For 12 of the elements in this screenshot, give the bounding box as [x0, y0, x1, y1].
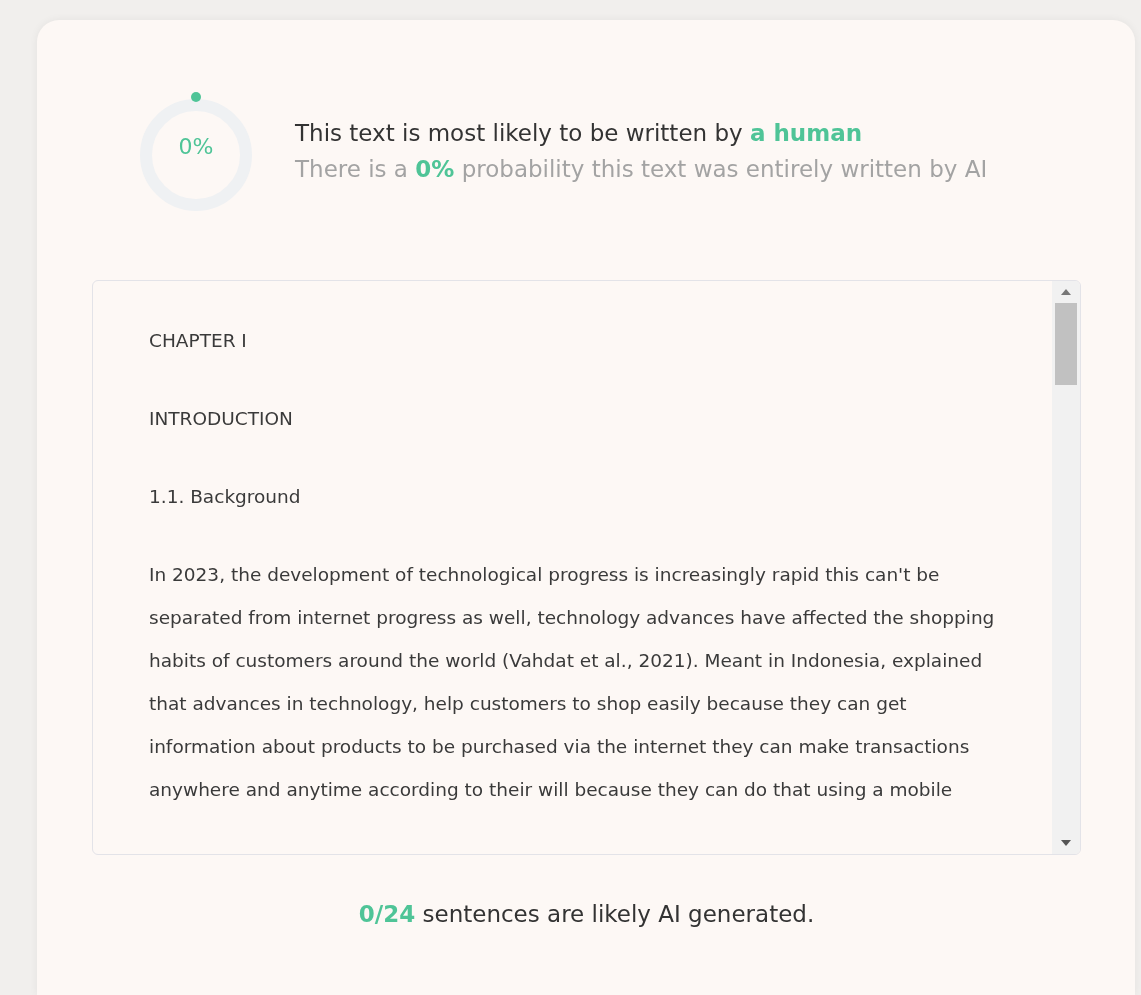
result-headline: This text is most likely to be written by a human — [295, 120, 864, 146]
document-paragraph: 1.1. Background — [149, 485, 302, 509]
document-paragraph: INTRODUCTION — [149, 407, 294, 431]
percentage-label: 0% — [177, 134, 215, 159]
probability-text: There is a 0% probability this text was entirely written by AI — [295, 156, 988, 182]
scroll-up-icon[interactable] — [1061, 289, 1071, 295]
scroll-thumb[interactable] — [1055, 303, 1077, 385]
document-paragraph: In 2023, the development of technological progress is increasingly rapid this can't be separated from internet progress as well, technology advances have affected the shopping habits of customers around the world (Vahdat et al., 2021). Meant in Indonesia, explained that advances in technology, help customers to shop easily because they can get information about products to be purchased via the internet they can make transactions anywhere and anytime according to their will because they can do that using a mobile — [149, 563, 996, 802]
summary-text: 0/24 sentences are likely AI generated. — [357, 901, 816, 927]
scroll-down-icon[interactable] — [1061, 840, 1071, 846]
document-paragraph: CHAPTER I — [149, 329, 248, 353]
scrollbar[interactable] — [1052, 281, 1080, 854]
